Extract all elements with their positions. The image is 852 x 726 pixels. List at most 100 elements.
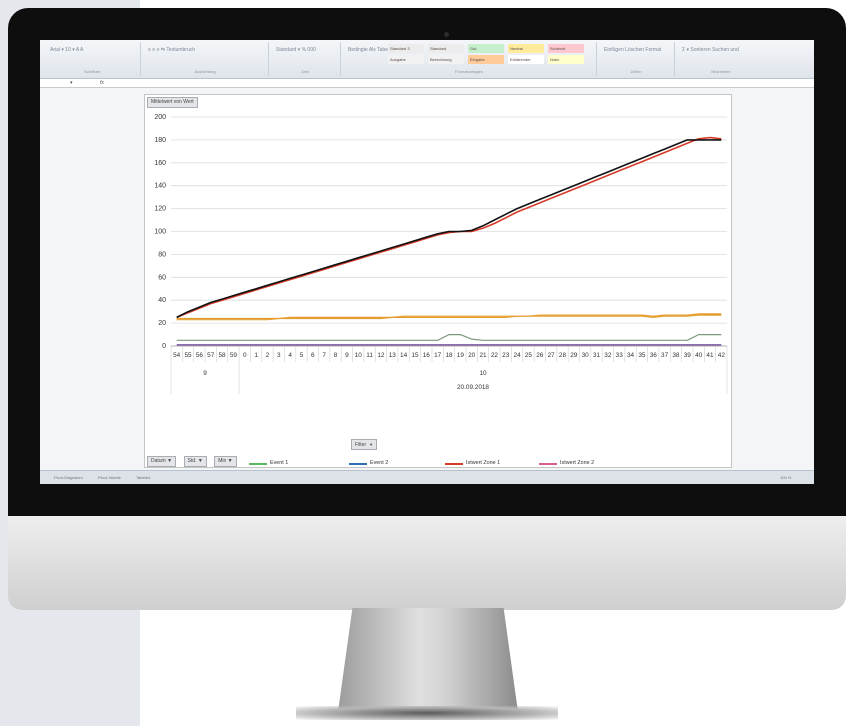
y-tick-label-6: 120	[154, 206, 166, 213]
x-tick-label-29: 23	[502, 352, 510, 359]
x-tick-label-20: 14	[400, 352, 408, 359]
x-tick-label-17: 11	[366, 352, 373, 359]
filter-button-label: Filter	[355, 442, 367, 448]
legend-label: Event 1	[270, 460, 289, 466]
ribbon-group-number-label: Zahl	[301, 69, 309, 74]
style-standard3[interactable]: Standard 3	[388, 44, 424, 53]
x-tick-label-6: 0	[243, 352, 247, 359]
y-tick-label-9: 180	[154, 137, 166, 144]
x-tick-label-3: 57	[207, 352, 215, 359]
x-tick-label-37: 31	[593, 352, 601, 359]
ribbon-group-number-glyph: Standard ▾ % 000	[276, 47, 316, 53]
x-group-label-1: 10	[479, 370, 487, 377]
x-tick-label-19: 13	[389, 352, 397, 359]
x-tick-label-38: 32	[604, 352, 612, 359]
ribbon-group-alignment[interactable]: ≡ ≡ ≡ ⇆ Textumbruch Ausrichtung	[142, 42, 269, 76]
x-tick-label-44: 38	[672, 352, 680, 359]
style-ausgabe[interactable]: Ausgabe	[388, 55, 424, 64]
legend-swatch	[249, 463, 267, 465]
ribbon-group-number[interactable]: Standard ▾ % 000 Zahl	[270, 42, 341, 76]
pivot-chart[interactable]: 0 20 40 60 80 100 120 140 160 180 200 54 55 56 57 58 59 0…	[144, 94, 732, 484]
legend-label: Event 2	[370, 460, 389, 466]
y-tick-label-4: 80	[158, 251, 166, 258]
x-tick-label-11: 5	[300, 352, 304, 359]
axis-field-std[interactable]: Std. ▼	[183, 456, 207, 467]
legend-swatch	[445, 463, 463, 465]
x-tick-label-18: 12	[377, 352, 385, 359]
ribbon-group-font[interactable]: Arial ▾ 10 ▾ A A Schriftart	[44, 42, 141, 76]
x-tick-label-23: 17	[434, 352, 442, 359]
worksheet-area: 0 20 40 60 80 100 120 140 160 180 200 54 55 56 57 58 59 0…	[40, 88, 814, 484]
legend-swatch	[539, 463, 557, 465]
camera-icon	[444, 32, 449, 37]
ribbon-group-cells-glyph: Einfügen Löschen Format	[604, 47, 662, 53]
x-tick-label-16: 10	[355, 352, 363, 359]
y-tick-label-7: 140	[154, 183, 166, 190]
x-tick-label-33: 27	[548, 352, 556, 359]
dropdown-icon: ▼	[196, 458, 203, 464]
x-tick-label-25: 19	[457, 352, 465, 359]
x-tick-label-39: 33	[616, 352, 624, 359]
x-tick-label-12: 6	[311, 352, 315, 359]
x-tick-label-4: 58	[219, 352, 227, 359]
dropdown-icon: ▼	[226, 458, 233, 464]
name-box-dropdown[interactable]: ▾	[70, 79, 73, 87]
ribbon-group-alignment-label: Ausrichtung	[194, 69, 216, 74]
y-tick-label-10: 200	[154, 114, 166, 121]
x-tick-label-27: 21	[479, 352, 487, 359]
ribbon-group-styles[interactable]: Bedingte Als Tabelle Formatvorlagen Stan…	[342, 42, 597, 76]
x-tick-label-5: 59	[230, 352, 238, 359]
status-bar: Pivot-Diagramm Pivot-Tabelle Tabelle1 10…	[40, 470, 814, 484]
style-berechnung[interactable]: Berechnung	[428, 55, 464, 64]
monitor-stand	[338, 608, 518, 712]
x-tick-label-1: 55	[184, 352, 192, 359]
style-eingabe[interactable]: Eingabe	[468, 55, 504, 64]
monitor-stand-base	[296, 706, 558, 720]
style-notiz[interactable]: Notiz	[548, 55, 584, 64]
x-tick-label-9: 3	[277, 352, 281, 359]
x-tick-label-10: 4	[288, 352, 292, 359]
series-line-istwert-zone-1	[176, 136, 722, 319]
style-gut[interactable]: Gut	[468, 44, 504, 53]
x-tick-label-21: 15	[411, 352, 419, 359]
y-tick-label-2: 40	[158, 297, 166, 304]
ribbon-group-styles-glyph: Bedingte Als Tabelle	[348, 47, 393, 53]
style-standard[interactable]: Standard	[428, 44, 464, 53]
x-tick-label-30: 24	[514, 352, 522, 359]
legend-swatch	[349, 463, 367, 465]
series-line-sollwert-zone-1	[176, 139, 722, 319]
x-tick-label-8: 2	[266, 352, 270, 359]
x-tick-label-24: 18	[445, 352, 453, 359]
x-tick-label-31: 25	[525, 352, 533, 359]
ribbon-group-cells[interactable]: Einfügen Löschen Format Zellen	[598, 42, 675, 76]
excel-ribbon: Arial ▾ 10 ▾ A A Schriftart ≡ ≡ ≡ ⇆ Text…	[40, 40, 814, 79]
formula-bar[interactable]: ▾ fx	[40, 79, 814, 88]
axis-field-datum-label: Datum	[151, 458, 166, 464]
ribbon-group-cells-label: Zellen	[630, 69, 642, 74]
fx-icon[interactable]: fx	[100, 79, 104, 87]
sheet-tab-pivot-chart[interactable]: Pivot-Diagramm	[54, 475, 83, 480]
sheet-tab-pivot-table[interactable]: Pivot-Tabelle	[98, 475, 121, 480]
value-field-button[interactable]: Mittelwert von Wert	[147, 97, 198, 108]
axis-field-datum[interactable]: Datum ▼	[147, 456, 177, 467]
zoom-level[interactable]: 100 %	[780, 475, 791, 480]
y-tick-label-5: 100	[154, 229, 166, 236]
x-tick-label-43: 37	[661, 352, 669, 359]
x-tick-label-2: 56	[196, 352, 204, 359]
x-tick-label-7: 1	[254, 352, 258, 359]
x-tick-label-28: 22	[491, 352, 499, 359]
x-tick-label-42: 36	[650, 352, 658, 359]
style-schlecht[interactable]: Schlecht	[548, 44, 584, 53]
x-group-label-0: 9	[203, 370, 207, 377]
sheet-tab-table1[interactable]: Tabelle1	[136, 475, 151, 480]
style-erklaerender[interactable]: Erklärender	[508, 55, 544, 64]
y-tick-label-3: 60	[158, 274, 166, 281]
style-neutral[interactable]: Neutral	[508, 44, 544, 53]
x-date-label: 20.09.2018	[457, 384, 489, 391]
filter-button[interactable]: Filter ▼	[351, 439, 378, 450]
y-tick-label-8: 160	[154, 160, 166, 167]
axis-field-buttons: Datum ▼ Std. ▼ Min ▼	[147, 449, 240, 467]
ribbon-group-editing[interactable]: Σ ▾ Sortieren Suchen und Bearbeiten	[676, 42, 766, 76]
axis-field-min[interactable]: Min ▼	[214, 456, 237, 467]
x-tick-label-32: 26	[536, 352, 544, 359]
